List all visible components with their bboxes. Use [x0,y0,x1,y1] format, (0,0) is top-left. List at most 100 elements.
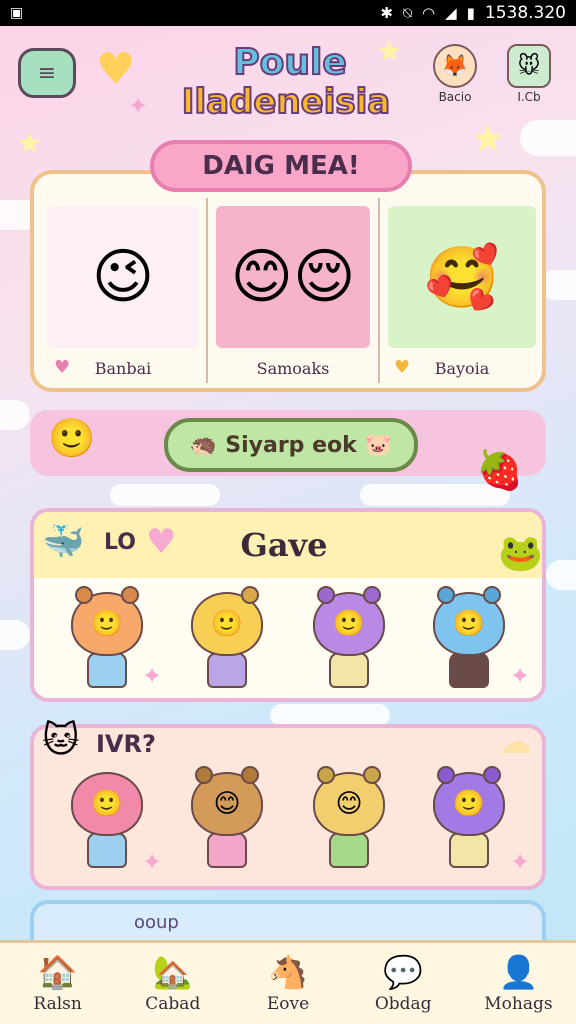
character-head: 🙂 [191,586,263,656]
home-icon: 🏠 [37,952,78,991]
character-body [449,652,489,688]
character-body [329,652,369,688]
ear [317,766,335,784]
cloud [110,484,220,506]
green-blob-icon: 🐸 [498,533,543,574]
character-name: Bayoia [434,359,490,378]
profile-label: I.Cb [517,90,541,104]
character-body [329,832,369,868]
character-portrait: 😊😌 [216,206,370,348]
character-face: 🙂 [452,609,486,639]
character-name: Samoaks [256,359,330,378]
house-icon: 🏡 [152,952,193,991]
ear [437,586,455,604]
nav-love[interactable]: 🐴 Eove [230,943,345,1024]
character-chibi[interactable]: 😊 [184,766,270,876]
featured-panel: 😉 ♥ Banbai 😊😌 Samoaks 🥰 ♥ Bayoia [30,170,546,392]
ear [241,766,259,784]
character-chibi[interactable]: 🙂 [64,586,150,696]
ear [483,766,501,784]
character-face: 🙂 [332,609,366,639]
character-body [87,832,127,868]
panel-title: Gave [240,526,328,564]
featured-character-1[interactable]: 😉 ♥ Banbai [40,198,206,388]
cloud [0,400,30,430]
orange-blob-icon: 🙂 [48,416,96,460]
mute-icon: ⍉ [402,4,412,22]
status-time: 1538.320 [484,3,566,23]
ear [195,766,213,784]
character-head: 😊 [313,766,385,836]
character-portrait: 🥰 [388,206,536,348]
nav-home[interactable]: 🏠 Ralsn [0,943,115,1024]
character-chibi[interactable]: 🙂 [64,772,150,876]
character-body [449,832,489,868]
character-body [87,652,127,688]
character-head: 😊 [191,766,263,836]
nav-profile[interactable]: 👤 Mohags [461,943,576,1024]
bottom-nav: 🏠 Ralsn 🏡 Cabad 🐴 Eove 💬 Obdag 👤 Mohags [0,940,576,1024]
sparkle-icon: ✦ [142,848,163,876]
battery-icon: ▮ [466,4,475,22]
featured-character-2[interactable]: 😊😌 Samoaks [208,198,378,388]
featured-character-3[interactable]: 🥰 ♥ Bayoia [380,198,542,388]
featured-title: DAIG MEA! [150,140,412,192]
heart-icon: ♥ [146,522,177,562]
action-button[interactable]: 🦔 Siyarp eok 🐷 [164,418,418,472]
character-face: 🙂 [452,789,486,819]
cloud [546,560,576,590]
character-panel-ivr: 🐱 IVR? ☁ 🙂 😊 😊 🙂 ✦ ✦ [30,720,546,890]
profile-icb[interactable]: 🐭 I.Cb [502,44,556,104]
panel-label: IVR? [96,730,156,758]
ear [241,586,259,604]
character-face: 😊 [213,789,241,819]
character-face: 😊 [335,789,363,819]
ear [363,766,381,784]
character-body [207,652,247,688]
character-face: 🙂 [90,609,124,639]
ear [437,766,455,784]
cloud [0,620,30,650]
character-chibi[interactable]: 🙂 [306,586,392,696]
blue-blob-icon: 🐳 [42,522,85,562]
character-chibi[interactable]: 🙂 [184,586,270,696]
sparkle-icon: ✦ [510,662,531,690]
character-chibi[interactable]: 🙂 [426,766,512,876]
ear [363,586,381,604]
chat-button[interactable]: ≡ [18,48,76,98]
signal-icon: ◢ [445,4,457,22]
chat-bubble-icon: 💬 [383,952,424,991]
nav-castle[interactable]: 🏡 Cabad [115,943,230,1024]
person-icon: 👤 [498,952,539,991]
ear [317,586,335,604]
ear [121,586,139,604]
nav-chat[interactable]: 💬 Obdag [346,943,461,1024]
panel-label: LO [104,530,136,555]
panel-label: ooup [134,912,179,933]
ear [75,586,93,604]
status-icons: ✱ ⍉ ◠ ◢ ▮ 1538.320 [380,3,566,23]
wifi-icon: ◠ [421,4,436,22]
character-head: 🙂 [71,772,143,836]
character-head: 🙂 [71,586,143,656]
profile-label: Bacio [438,90,472,104]
character-chibi[interactable]: 🙂 [426,586,512,696]
character-portrait: 😉 [48,206,198,348]
nav-label: Cabad [145,993,201,1014]
character-body [207,832,247,868]
header: ≡ ♥ Poule Iladeneisia 🦊 Bacio 🐭 I.Cb [0,36,576,136]
nav-label: Mohags [484,993,553,1014]
fox-avatar-icon: 🦊 [433,44,477,88]
character-face: 🙂 [210,609,244,639]
status-bar: ▣ ✱ ⍉ ◠ ◢ ▮ 1538.320 [0,0,576,26]
bluetooth-icon: ✱ [380,4,393,22]
cloud-icon: ☁ [498,722,532,762]
pig-icon: 🐷 [364,432,393,458]
action-button-label: Siyarp eok [225,432,357,458]
cat-blob-icon: 🐱 [42,720,80,761]
pony-icon: 🐴 [268,952,308,991]
pink-blob-icon: 🍓 [476,448,524,492]
character-name: Banbai [94,359,152,378]
character-chibi[interactable]: 😊 [306,766,392,876]
profile-bacio[interactable]: 🦊 Bacio [428,44,482,104]
